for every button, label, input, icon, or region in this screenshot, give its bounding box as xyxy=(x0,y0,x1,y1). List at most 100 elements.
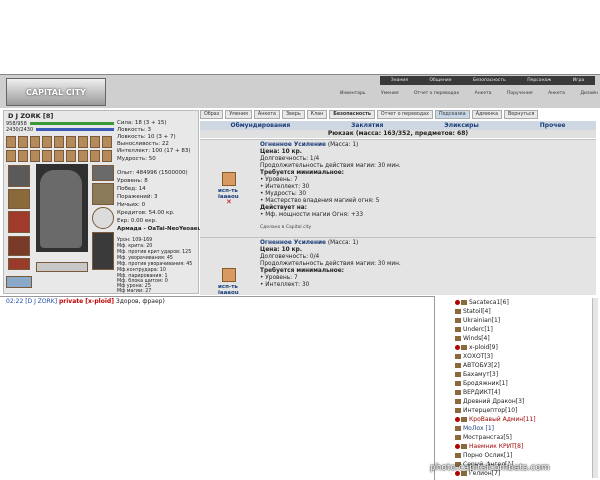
helmet-slot[interactable] xyxy=(8,165,30,187)
tab-security[interactable]: Безопасность xyxy=(329,110,375,119)
online-user[interactable]: МоЛох [1] xyxy=(455,425,494,432)
info-level: Уровень: 8 xyxy=(117,178,148,184)
chat-message: 02:22 [D J ZORK] private [x-ploid] Здоро… xyxy=(6,298,165,305)
scroll-slot[interactable] xyxy=(102,136,112,148)
submenu-item[interactable]: Умения xyxy=(381,91,398,98)
scroll-slot[interactable] xyxy=(102,150,112,162)
online-user[interactable]: Underc[1] xyxy=(455,326,493,333)
info-wins: Побед: 14 xyxy=(117,186,146,192)
tab-transfers[interactable]: Отчет о переводах xyxy=(376,110,433,119)
submenu-item[interactable]: Анкета xyxy=(475,91,492,98)
info-clan[interactable]: Армада - OaTai-NeoYeoaeu xyxy=(117,226,201,232)
inventory-item: исп-ть iaaaou ✕ Огненное Усиление (Масса… xyxy=(200,139,596,237)
submenu-item[interactable]: Отчет о переводах xyxy=(414,91,459,98)
character-name[interactable]: D J ZORK [8] xyxy=(8,112,53,120)
tab-pet[interactable]: Зверь xyxy=(281,110,305,119)
item-title[interactable]: Огненное Усиление xyxy=(260,142,326,148)
menu-item[interactable]: Безопасность xyxy=(473,78,506,83)
online-user[interactable]: КроВавый Админ[11] xyxy=(455,416,536,423)
scroll-slot[interactable] xyxy=(90,136,100,148)
online-user[interactable]: Интерцептор[10] xyxy=(455,407,517,414)
menu-item[interactable]: Общение xyxy=(430,78,452,83)
scroll-slot[interactable] xyxy=(42,150,52,162)
scroll-slot[interactable] xyxy=(54,150,64,162)
online-user[interactable]: Наемник КРИТ[8] xyxy=(455,443,523,450)
menu-item[interactable]: Знания xyxy=(391,78,408,83)
chat-nick[interactable]: [D J ZORK] xyxy=(25,298,57,305)
shield-slot[interactable] xyxy=(92,207,114,229)
submenu-item[interactable]: Анкета xyxy=(548,91,565,98)
rune-slots[interactable] xyxy=(36,262,88,272)
cloak-slot[interactable] xyxy=(92,183,114,205)
online-user[interactable]: Ukrainian[1] xyxy=(455,317,500,324)
online-user[interactable]: x-ploid[9] xyxy=(455,344,498,351)
tab-back[interactable]: Вернуться xyxy=(504,110,539,119)
menu-item[interactable]: Игра xyxy=(573,78,584,83)
section-other[interactable]: Прочее xyxy=(540,122,566,129)
detail-line: Мф. крита: 20 xyxy=(117,244,153,249)
online-user[interactable]: ХОХОТ[3] xyxy=(455,353,493,360)
fire-scroll-icon[interactable] xyxy=(222,268,236,282)
extra-slot[interactable] xyxy=(6,276,32,288)
scroll-slot[interactable] xyxy=(42,136,52,148)
online-user[interactable]: Древний Дракон[3] xyxy=(455,398,524,405)
amulet-slot[interactable] xyxy=(92,165,114,181)
gloves-slot[interactable] xyxy=(8,258,30,270)
chat-private[interactable]: private [x-ploid] xyxy=(59,298,114,305)
chat-panel[interactable] xyxy=(0,296,434,480)
scroll-slot[interactable] xyxy=(30,150,40,162)
chat-text: Здоров, фраер) xyxy=(113,298,165,305)
delete-icon[interactable]: ✕ xyxy=(226,198,232,206)
scroll-slot[interactable] xyxy=(18,150,28,162)
info-draws: Ничьих: 0 xyxy=(117,202,146,208)
tab-obraz[interactable]: Образ xyxy=(200,110,224,119)
info-exp: Опыт: 484996 (1500000) xyxy=(117,170,188,176)
section-spells[interactable]: Заклятия xyxy=(351,122,383,129)
tab-admin[interactable]: Админка xyxy=(471,110,503,119)
scroll-slot[interactable] xyxy=(78,136,88,148)
item-mass: (Масса: 1) xyxy=(325,240,359,246)
armor-slot[interactable] xyxy=(8,211,30,233)
online-user[interactable]: Бахамут[3] xyxy=(455,371,498,378)
item-title[interactable]: Огненное Усиление xyxy=(260,240,326,246)
online-user[interactable]: Statoil[4] xyxy=(455,308,491,315)
scroll-slot[interactable] xyxy=(66,136,76,148)
detail-line: Мф. против уворачивания: 45 xyxy=(117,262,193,267)
weapon-slot[interactable] xyxy=(8,189,30,209)
menu-item[interactable]: Персонаж xyxy=(527,78,551,83)
item-footer: Сделано в Capital city xyxy=(260,225,312,230)
ring-slot[interactable] xyxy=(30,136,40,148)
fire-scroll-icon[interactable] xyxy=(222,172,236,186)
section-equipment[interactable]: Обмундирования xyxy=(230,122,290,129)
section-elixirs[interactable]: Эликсиры xyxy=(444,122,479,129)
online-user[interactable]: Winds[4] xyxy=(455,335,490,342)
submenu-item[interactable]: Поручения xyxy=(507,91,533,98)
online-user[interactable]: Бродяжник[1] xyxy=(455,380,508,387)
tab-anketa[interactable]: Анкета xyxy=(253,110,280,119)
boots-slot[interactable] xyxy=(92,232,114,270)
online-user[interactable]: Порно Ослик[1] xyxy=(455,452,512,459)
ring-slot[interactable] xyxy=(18,136,28,148)
item-line: Требуется минимальное: xyxy=(260,268,344,274)
scroll-slot[interactable] xyxy=(66,150,76,162)
scroll-slot[interactable] xyxy=(54,136,64,148)
submenu-item[interactable]: Дизайн xyxy=(581,91,598,98)
ring-slot[interactable] xyxy=(6,136,16,148)
tab-bar: Образ Умения Анкета Зверь Клан Безопасно… xyxy=(200,110,596,119)
hp-bar xyxy=(30,122,114,125)
online-user[interactable]: АВТОБУЗ[2] xyxy=(455,362,500,369)
stat-intellect: Интеллект: 100 (17 + 83) xyxy=(117,148,191,154)
submenu-item[interactable]: Инвентарь xyxy=(340,91,366,98)
scroll-slot[interactable] xyxy=(78,150,88,162)
belt-slot[interactable] xyxy=(8,236,30,256)
online-user[interactable]: Мострансгаз[5] xyxy=(455,434,512,441)
tab-skills[interactable]: Умения xyxy=(225,110,252,119)
item-line: Продолжительность действия магии: 30 мин… xyxy=(260,261,401,267)
tab-clan[interactable]: Клан xyxy=(306,110,328,119)
online-user[interactable]: Sacateca1[6] xyxy=(455,299,509,306)
online-scrollbar[interactable] xyxy=(592,298,598,478)
scroll-slot[interactable] xyxy=(6,150,16,162)
tab-help[interactable]: Подсказка xyxy=(434,110,470,119)
scroll-slot[interactable] xyxy=(90,150,100,162)
online-user[interactable]: ВЕРДИКТ[4] xyxy=(455,389,500,396)
